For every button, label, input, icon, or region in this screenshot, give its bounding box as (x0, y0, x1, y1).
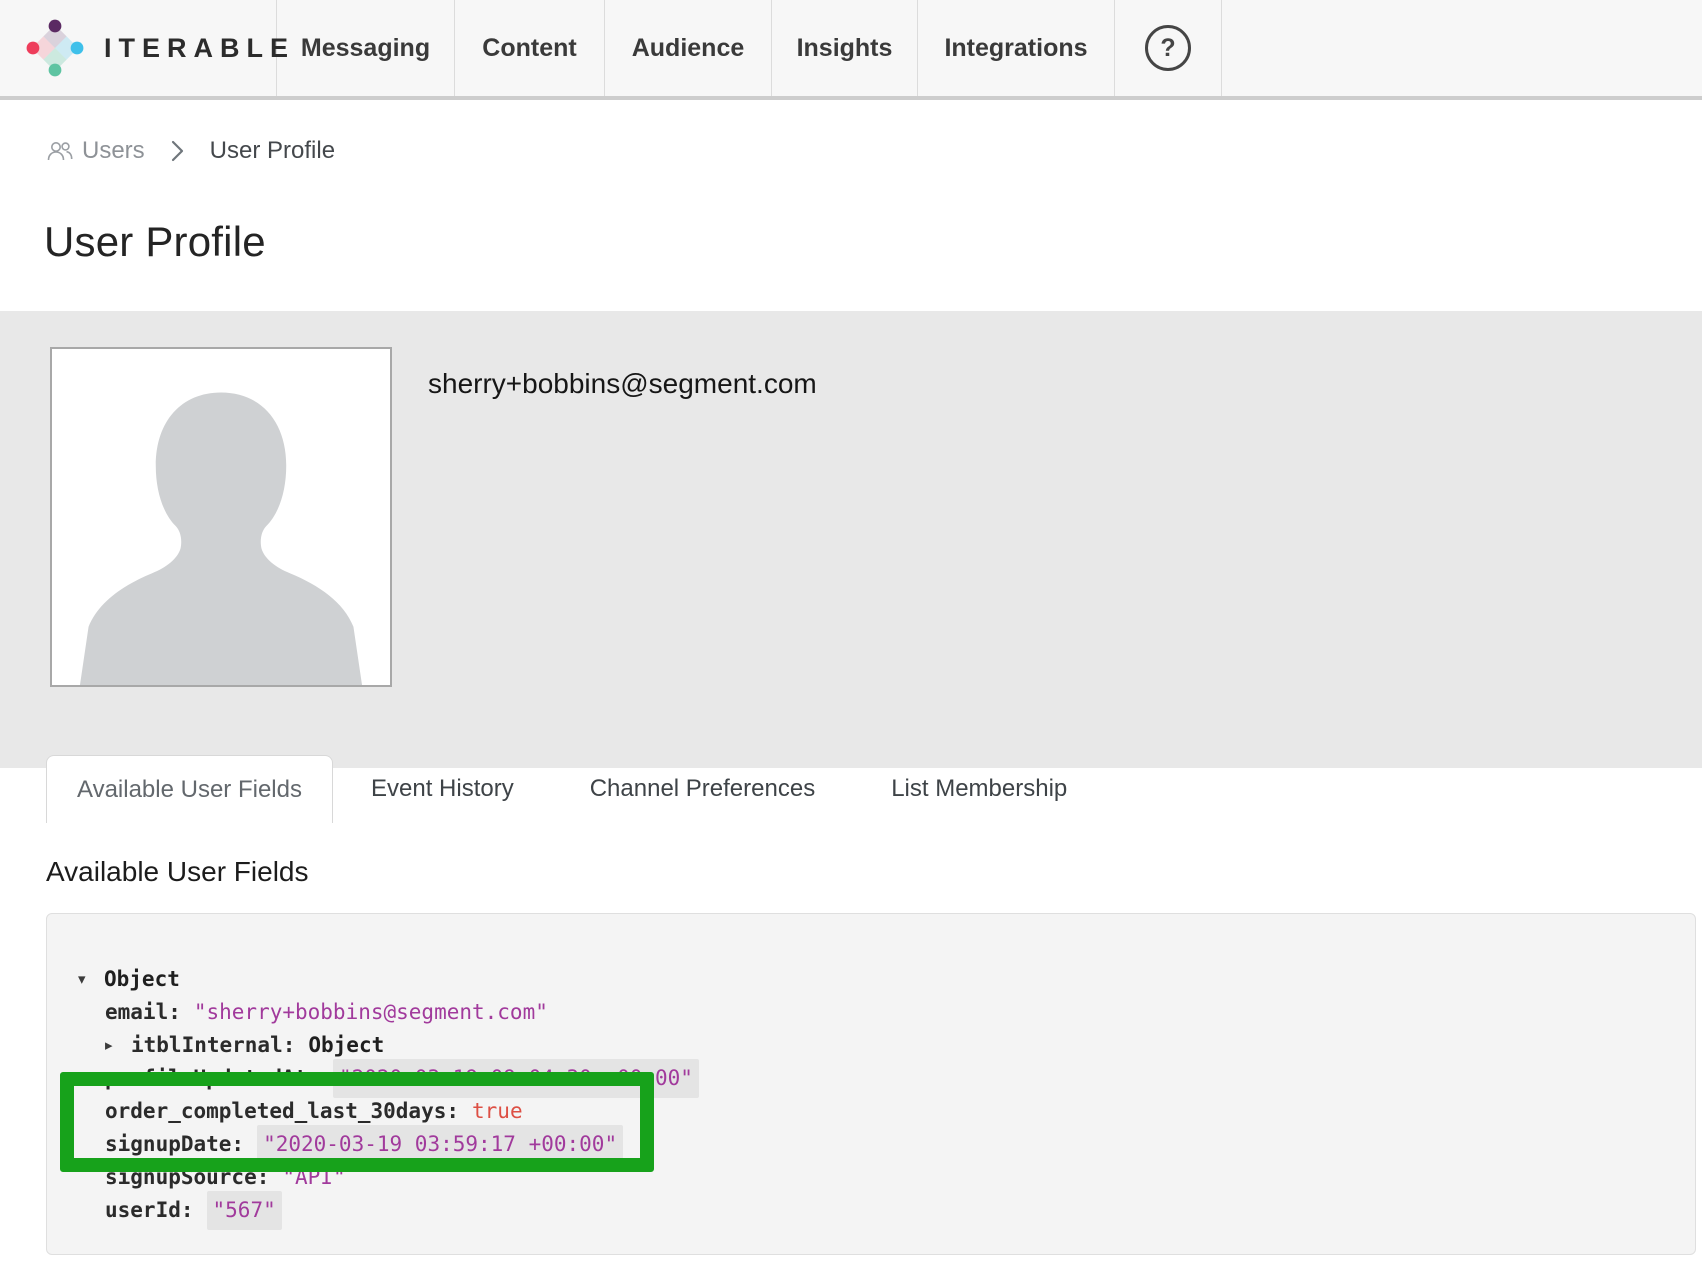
tree-row-signupsource: signupSource: "API" (47, 1161, 1695, 1194)
field-key: signupSource: (105, 1161, 269, 1194)
section-heading: Available User Fields (46, 856, 309, 888)
tab-event-history[interactable]: Event History (333, 755, 552, 823)
tab-list-membership[interactable]: List Membership (853, 755, 1105, 823)
tree-row-profileupdatedat: profileUpdatedAt: "2020-03-19 09:04:30 +… (47, 1062, 1695, 1095)
iterable-logo[interactable]: ITERABLE (0, 0, 277, 96)
breadcrumb-current: User Profile (210, 137, 335, 165)
nav-item-integrations[interactable]: Integrations (918, 0, 1115, 96)
profile-email: sherry+bobbins@segment.com (428, 368, 817, 400)
field-value-highlighted: "2020-03-19 03:59:17 +00:00" (257, 1125, 623, 1164)
field-key: profileUpdatedAt: (105, 1062, 320, 1095)
breadcrumb: Users User Profile (46, 136, 335, 166)
field-value-highlighted: "2020-03-19 09:04:30 +00:00" (333, 1059, 699, 1098)
field-key: email: (105, 996, 181, 1029)
iterable-logo-icon (26, 19, 84, 77)
avatar-silhouette-icon (52, 351, 390, 687)
help-button[interactable]: ? (1115, 0, 1222, 96)
field-key: signupDate: (105, 1128, 244, 1161)
collapse-arrow-icon[interactable]: ▾ (78, 963, 104, 996)
field-value: Object (308, 1029, 384, 1062)
field-value: "sherry+bobbins@segment.com" (194, 996, 548, 1029)
nav-item-audience[interactable]: Audience (605, 0, 772, 96)
top-nav: ITERABLE Messaging Content Audience Insi… (0, 0, 1702, 100)
profile-tabs: Available User Fields Event History Chan… (46, 755, 1105, 823)
root-object-label: Object (104, 963, 180, 996)
users-icon (46, 139, 74, 163)
help-icon: ? (1145, 25, 1191, 71)
user-profile-page: ITERABLE Messaging Content Audience Insi… (0, 0, 1702, 1276)
tab-available-user-fields[interactable]: Available User Fields (46, 755, 333, 823)
field-key: userId: (105, 1194, 194, 1227)
field-key: order_completed_last_30days: (105, 1095, 459, 1128)
brand-name: ITERABLE (104, 33, 295, 64)
chevron-right-icon (171, 140, 184, 162)
tree-row-itblinternal: ▸ itblInternal: Object (47, 1029, 1695, 1062)
tree-row-userid: userId: "567" (47, 1194, 1695, 1227)
expand-arrow-icon[interactable]: ▸ (105, 1029, 131, 1062)
tab-channel-preferences[interactable]: Channel Preferences (552, 755, 853, 823)
page-title: User Profile (44, 218, 266, 266)
profile-summary: sherry+bobbins@segment.com (0, 311, 1702, 768)
tree-row-email: email: "sherry+bobbins@segment.com" (47, 996, 1695, 1029)
avatar (50, 347, 392, 687)
tree-row-signupdate: signupDate: "2020-03-19 03:59:17 +00:00" (47, 1128, 1695, 1161)
breadcrumb-users-link[interactable]: Users (46, 137, 145, 165)
nav-item-content[interactable]: Content (455, 0, 605, 96)
field-value-highlighted: "567" (207, 1191, 282, 1230)
nav-item-messaging[interactable]: Messaging (277, 0, 455, 96)
nav-item-insights[interactable]: Insights (772, 0, 918, 96)
field-value: "API" (282, 1161, 345, 1194)
nav-spacer (1222, 0, 1702, 96)
field-key: itblInternal: (131, 1029, 295, 1062)
tree-row-order-completed-last-30days: order_completed_last_30days: true (47, 1095, 1695, 1128)
tree-row-root: ▾ Object (47, 963, 1695, 996)
user-fields-tree: ▾ Object email: "sherry+bobbins@segment.… (46, 913, 1696, 1255)
field-value: true (472, 1095, 523, 1128)
breadcrumb-users-label: Users (82, 137, 145, 165)
